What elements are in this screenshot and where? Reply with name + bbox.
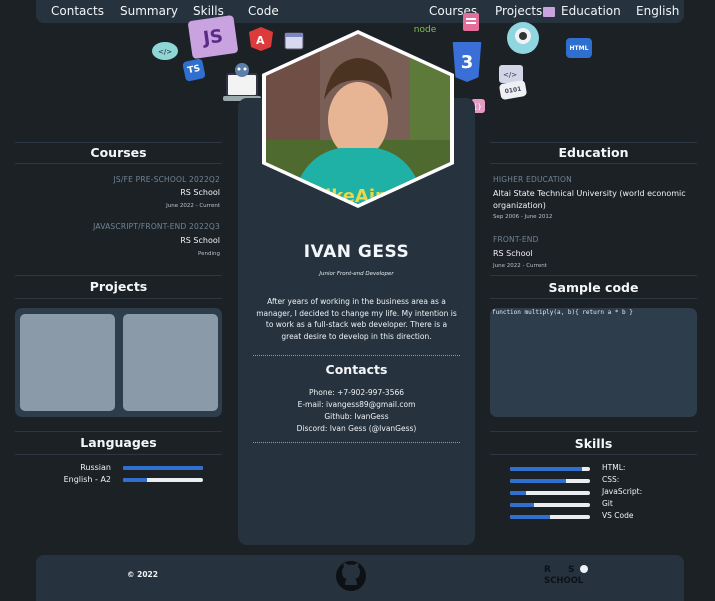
svg-text:</>: </> (158, 48, 172, 56)
course-name: JAVASCRIPT/FRONT-END 2022Q3 (93, 222, 220, 231)
project-card[interactable] (123, 314, 218, 411)
nav-link-projects[interactable]: Projects (495, 4, 542, 18)
education-type: FRONT-END (493, 235, 539, 244)
language-level-bar (123, 466, 203, 470)
nav-link-contacts[interactable]: Contacts (51, 4, 104, 18)
svg-text:R: R (544, 565, 551, 575)
contact-email[interactable]: E-mail: ivangess89@gmail.com (238, 400, 475, 409)
language-level-bar (123, 478, 203, 482)
language-name: Russian (80, 463, 111, 472)
profile-role: Junior Front-end Developer (319, 271, 394, 277)
languages-title: Languages (80, 435, 157, 450)
svg-text:S: S (568, 565, 574, 575)
contact-phone: Phone: +7-902-997-3566 (308, 388, 405, 397)
skill-level-bar (510, 503, 590, 507)
contacts-title: Contacts (325, 362, 388, 377)
skills-title: Skills (574, 436, 613, 451)
svg-text:</>: </> (503, 71, 517, 79)
nav-link-code[interactable]: Code (248, 4, 279, 18)
skill-name: Git (602, 499, 613, 508)
skill-name: VS Code (602, 511, 634, 520)
svg-text:SCHOOL: SCHOOL (544, 576, 584, 585)
footer: © 2022 R S SCHOOL (36, 555, 684, 601)
file-icon (463, 13, 479, 31)
code-sample-box: function multiply(a, b){ return a * b } (490, 308, 697, 417)
nav-link-education[interactable]: Education (561, 4, 621, 18)
skill-level-bar (510, 491, 590, 495)
project-card[interactable] (20, 314, 115, 411)
skill-level-bar (510, 515, 590, 519)
profile-photo: NikeAir (262, 30, 454, 208)
course-org: RS School (180, 188, 220, 197)
profile-name: IVAN GESS (303, 242, 410, 262)
skill-name: HTML: (602, 463, 626, 472)
binary-icon: 0101 (498, 79, 528, 101)
javascript-logo-icon: JS (187, 14, 239, 60)
course-org: RS School (180, 236, 220, 245)
course-period: June 2022 - Current (166, 203, 220, 209)
rs-school-logo[interactable]: R S SCHOOL (544, 563, 598, 585)
profile-summary: After years of working in the business a… (256, 297, 457, 341)
education-type: HIGHER EDUCATION (493, 175, 572, 184)
education-period: Sep 2006 - June 2012 (493, 214, 553, 220)
cloud-code-icon: </> (152, 42, 178, 60)
code-sample: function multiply(a, b){ return a * b } (492, 309, 633, 316)
github-cloud-icon (507, 22, 539, 54)
github-icon[interactable] (334, 559, 368, 593)
nav-link-english[interactable]: English (636, 4, 679, 18)
contact-discord: Discord: Ivan Gess (@IvanGess) (296, 424, 417, 433)
skill-level-bar (510, 479, 590, 483)
skill-name: JavaScript: (602, 487, 643, 496)
sample-code-title: Sample code (548, 280, 639, 295)
education-name: RS School (493, 249, 533, 258)
course-period: Pending (198, 251, 220, 257)
nav-link-summary[interactable]: Summary (120, 4, 178, 18)
top-nav: Contacts Summary Skills Code Courses Pro… (36, 0, 684, 23)
typescript-logo-icon: TS (182, 58, 206, 82)
education-name: Altai State Technical University (world … (493, 189, 686, 210)
projects-container (15, 308, 222, 417)
education-period: June 2022 - Current (493, 263, 547, 269)
language-name: English - A2 (63, 475, 111, 484)
small-window-icon (543, 7, 555, 17)
copyright: © 2022 (127, 570, 158, 579)
courses-title: Courses (90, 145, 147, 160)
html-logo-icon: HTML (566, 38, 592, 58)
course-name: JS/FE PRE-SCHOOL 2022Q2 (113, 175, 220, 184)
skill-name: CSS: (602, 475, 620, 484)
skill-level-bar (510, 467, 590, 471)
education-title: Education (558, 145, 629, 160)
contact-github[interactable]: Github: IvanGess (238, 412, 475, 421)
projects-title: Projects (89, 279, 148, 294)
